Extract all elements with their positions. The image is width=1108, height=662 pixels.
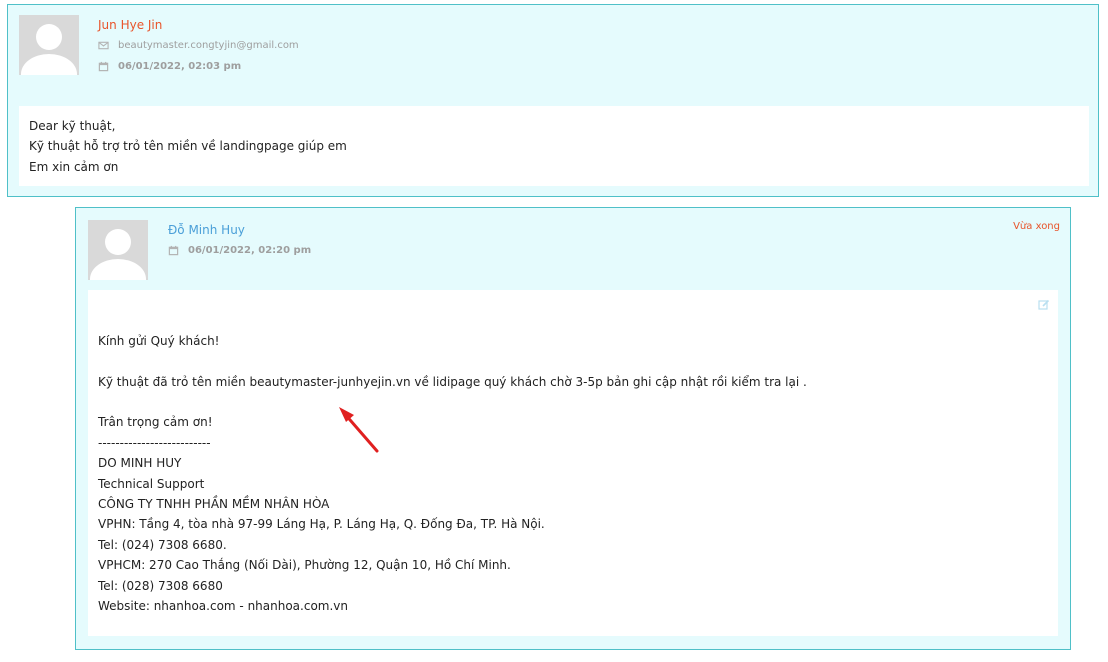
customer-email: beautymaster.congtyjin@gmail.com bbox=[98, 40, 299, 51]
reply-line: DO MINH HUY bbox=[98, 456, 182, 471]
status-badge: Vừa xong bbox=[1013, 221, 1060, 232]
reply-line: Kỹ thuật đã trỏ tên miền beautymaster-ju… bbox=[98, 374, 807, 389]
staff-date: 06/01/2022, 02:20 pm bbox=[168, 245, 311, 256]
customer-name[interactable]: Jun Hye Jin bbox=[98, 18, 162, 32]
reply-line: Tel: (028) 7308 6680 bbox=[98, 578, 223, 593]
customer-message-card: Jun Hye Jin beautymaster.congtyjin@gmail… bbox=[7, 4, 1099, 197]
staff-name[interactable]: Đỗ Minh Huy bbox=[168, 223, 245, 237]
edit-icon[interactable] bbox=[1038, 299, 1050, 311]
customer-avatar bbox=[19, 15, 79, 75]
reply-line: Tel: (024) 7308 6680. bbox=[98, 537, 227, 552]
reply-line: Trân trọng cảm ơn! bbox=[98, 415, 213, 430]
reply-line bbox=[98, 290, 1048, 310]
customer-date: 06/01/2022, 02:03 pm bbox=[98, 61, 241, 72]
reply-line bbox=[98, 392, 1048, 412]
reply-line: VPHN: Tầng 4, tòa nhà 97-99 Láng Hạ, P. … bbox=[98, 517, 545, 532]
reply-line bbox=[98, 310, 1048, 330]
customer-message-body: Dear kỹ thuật, Kỹ thuật hỗ trợ trỏ tên m… bbox=[19, 106, 1089, 186]
staff-avatar bbox=[88, 220, 148, 280]
customer-email-text: beautymaster.congtyjin@gmail.com bbox=[118, 40, 299, 51]
reply-line: Technical Support bbox=[98, 476, 205, 491]
reply-line: Website: nhanhoa.com - nhanhoa.com.vn bbox=[98, 599, 349, 614]
reply-line: Kính gửi Quý khách! bbox=[98, 333, 220, 348]
message-line: Em xin cảm ơn bbox=[29, 159, 119, 174]
staff-date-text: 06/01/2022, 02:20 pm bbox=[188, 245, 312, 256]
message-line: Dear kỹ thuật, bbox=[29, 119, 116, 133]
reply-line: -------------------------- bbox=[98, 435, 211, 450]
staff-reply-body: Kính gửi Quý khách! Kỹ thuật đã trỏ tên … bbox=[88, 290, 1058, 636]
message-line: Kỹ thuật hỗ trợ trỏ tên miền về landingp… bbox=[29, 139, 347, 154]
customer-date-text: 06/01/2022, 02:03 pm bbox=[118, 61, 242, 72]
red-arrow-icon bbox=[339, 407, 379, 453]
reply-line bbox=[98, 351, 1048, 371]
reply-line: VPHCM: 270 Cao Thắng (Nối Dài), Phường 1… bbox=[98, 558, 511, 573]
calendar-icon bbox=[168, 245, 179, 256]
staff-reply-card: Đỗ Minh Huy 06/01/2022, 02:20 pm Vừa xon… bbox=[75, 207, 1071, 650]
reply-line: CÔNG TY TNHH PHẦN MỀM NHÂN HÒA bbox=[98, 497, 330, 511]
envelope-icon bbox=[98, 41, 109, 50]
calendar-icon bbox=[98, 61, 109, 72]
